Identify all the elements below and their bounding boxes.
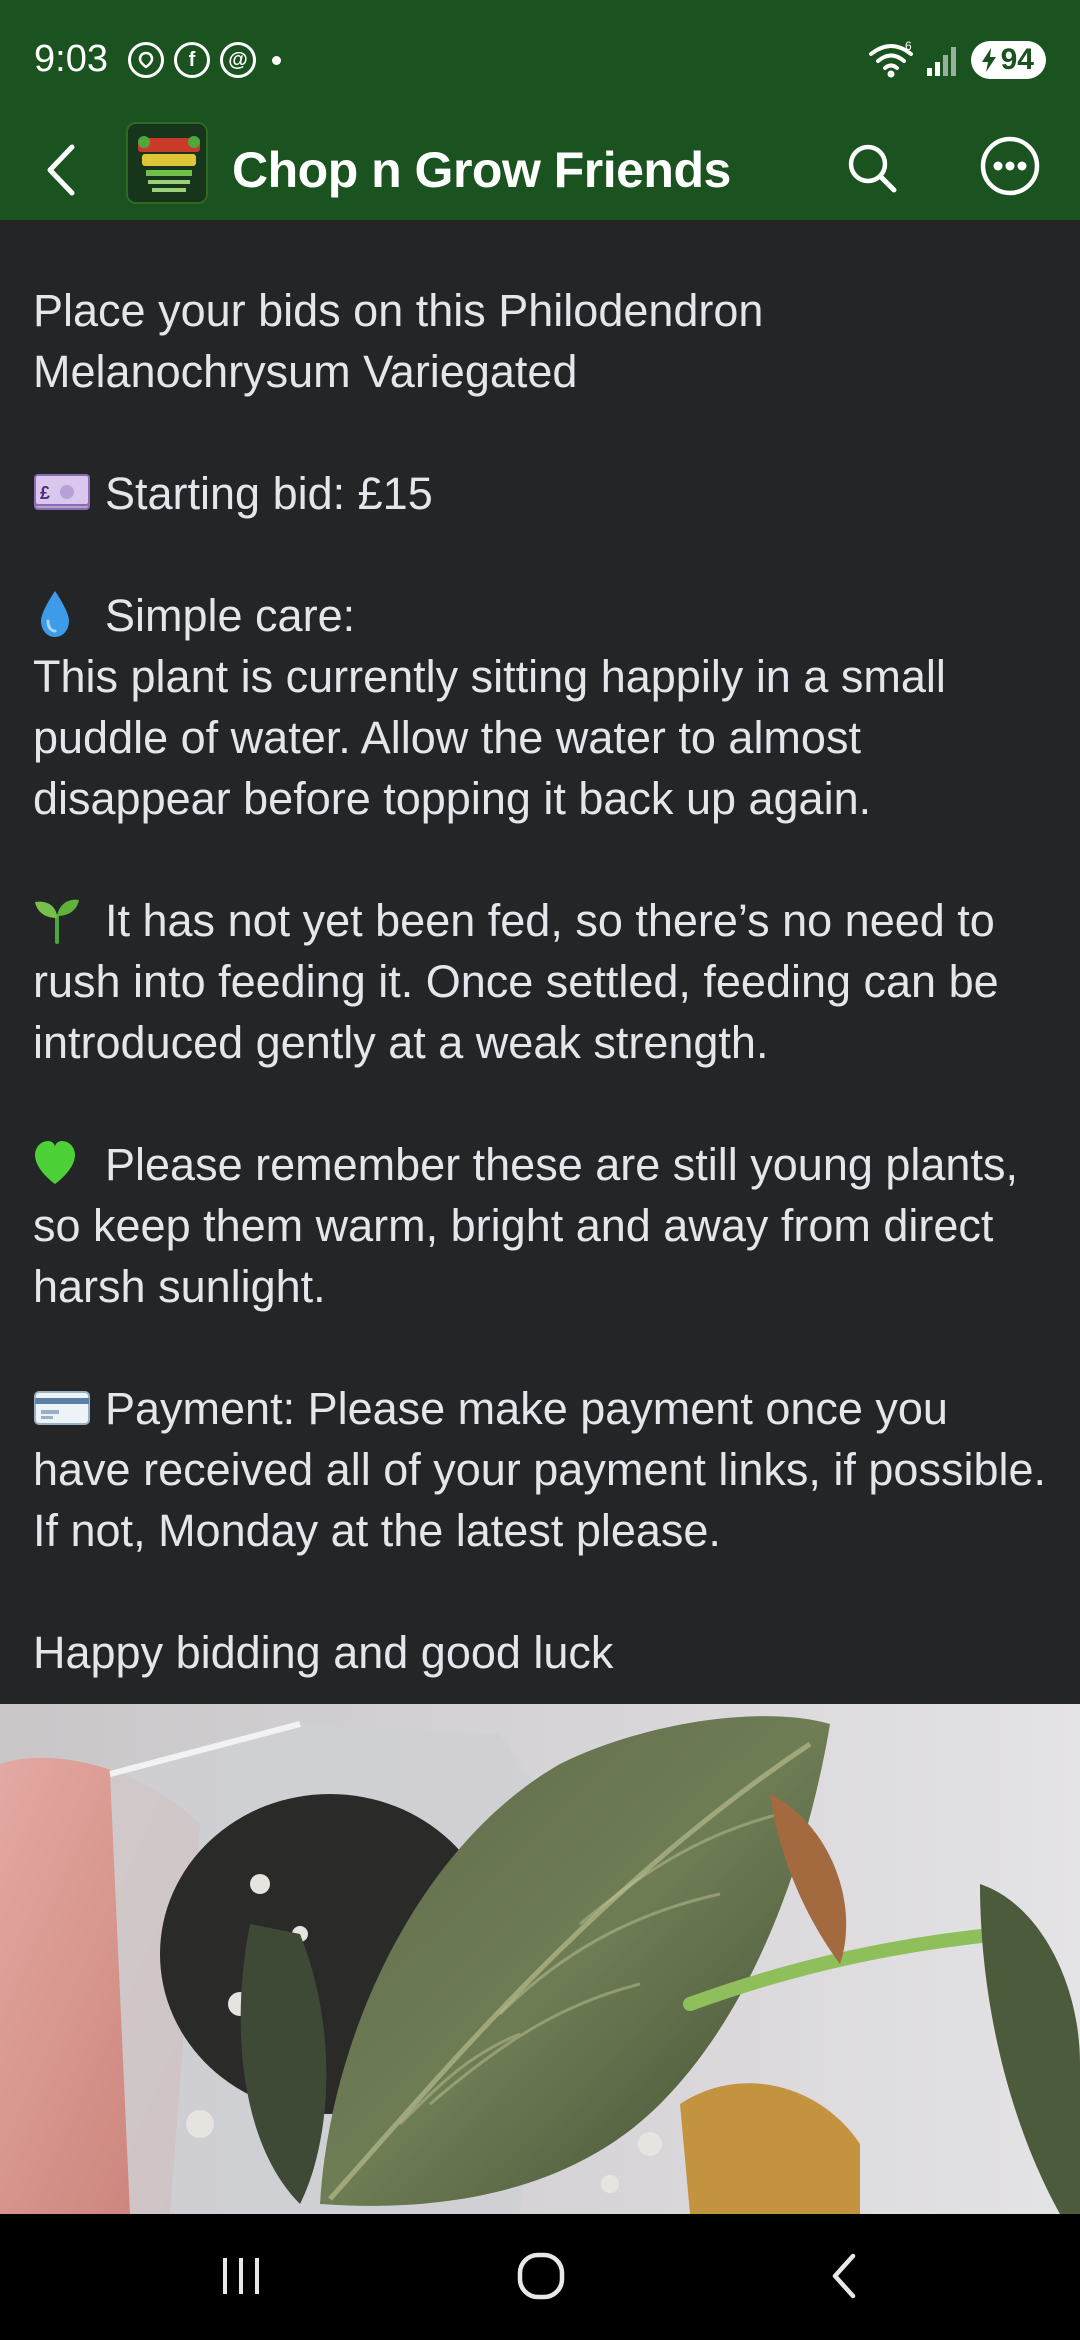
status-bar: 9:03 f @ 6 94 xyxy=(0,0,1080,120)
droplet-emoji-icon xyxy=(41,591,69,637)
search-button[interactable] xyxy=(836,132,908,204)
threads-icon: @ xyxy=(220,42,256,78)
nav-back-icon xyxy=(832,2253,856,2299)
post-body: Place your bids on this Philodendron Mel… xyxy=(33,280,1053,1683)
more-options-button[interactable] xyxy=(972,128,1048,204)
plant-photo-image xyxy=(0,1704,1080,2214)
starting-bid-text: Starting bid: £15 xyxy=(105,468,433,519)
home-icon xyxy=(517,2252,565,2300)
seedling-emoji-icon xyxy=(35,899,79,944)
care-section: Simple care: This plant is currently sit… xyxy=(33,585,1053,829)
recent-apps-icon xyxy=(223,2258,259,2294)
post-photo[interactable] xyxy=(0,1704,1080,2214)
care-text: This plant is currently sitting happily … xyxy=(33,651,946,824)
nav-back-button[interactable] xyxy=(800,2236,890,2316)
chevron-left-icon xyxy=(47,144,75,196)
facebook-icon: f xyxy=(174,42,210,78)
group-title[interactable]: Chop n Grow Friends xyxy=(232,140,731,200)
battery-icon: 94 xyxy=(970,41,1046,79)
system-nav-bar xyxy=(0,2214,1080,2340)
search-icon xyxy=(848,144,897,193)
feeding-section: It has not yet been fed, so there’s no n… xyxy=(33,890,1053,1073)
back-button[interactable] xyxy=(30,138,94,202)
more-notifications-dot xyxy=(272,55,281,65)
care-heading: Simple care: xyxy=(105,590,356,641)
starting-bid-line: £ Starting bid: £15 xyxy=(33,463,1053,524)
payment-section: Payment: Please make payment once you ha… xyxy=(33,1378,1053,1561)
closing-text: Happy bidding and good luck xyxy=(33,1627,614,1678)
signal-icon xyxy=(926,47,956,76)
system-icons: 6 94 xyxy=(867,40,1046,80)
feeding-text: It has not yet been fed, so there’s no n… xyxy=(33,895,999,1068)
battery-level: 94 xyxy=(1000,43,1034,76)
group-avatar[interactable] xyxy=(126,122,208,204)
svg-text:£: £ xyxy=(40,483,50,503)
location-icon xyxy=(128,42,164,78)
reminder-text: Please remember these are still young pl… xyxy=(33,1139,1018,1312)
more-dots-icon xyxy=(980,136,1040,196)
post-intro: Place your bids on this Philodendron Mel… xyxy=(33,285,764,397)
home-button[interactable] xyxy=(496,2236,586,2316)
notification-icons: f @ xyxy=(128,42,281,78)
recent-apps-button[interactable] xyxy=(196,2236,286,2316)
group-header: Chop n Grow Friends xyxy=(0,120,1080,220)
money-emoji-icon: £ xyxy=(34,474,90,510)
reminder-section: Please remember these are still young pl… xyxy=(33,1134,1053,1317)
status-time: 9:03 xyxy=(34,38,108,80)
credit-card-emoji-icon xyxy=(34,1391,90,1425)
green-heart-emoji-icon xyxy=(35,1141,75,1184)
wifi-icon: 6 xyxy=(868,40,913,78)
svg-text:6: 6 xyxy=(905,40,912,53)
payment-text: Payment: Please make payment once you ha… xyxy=(33,1383,1047,1556)
